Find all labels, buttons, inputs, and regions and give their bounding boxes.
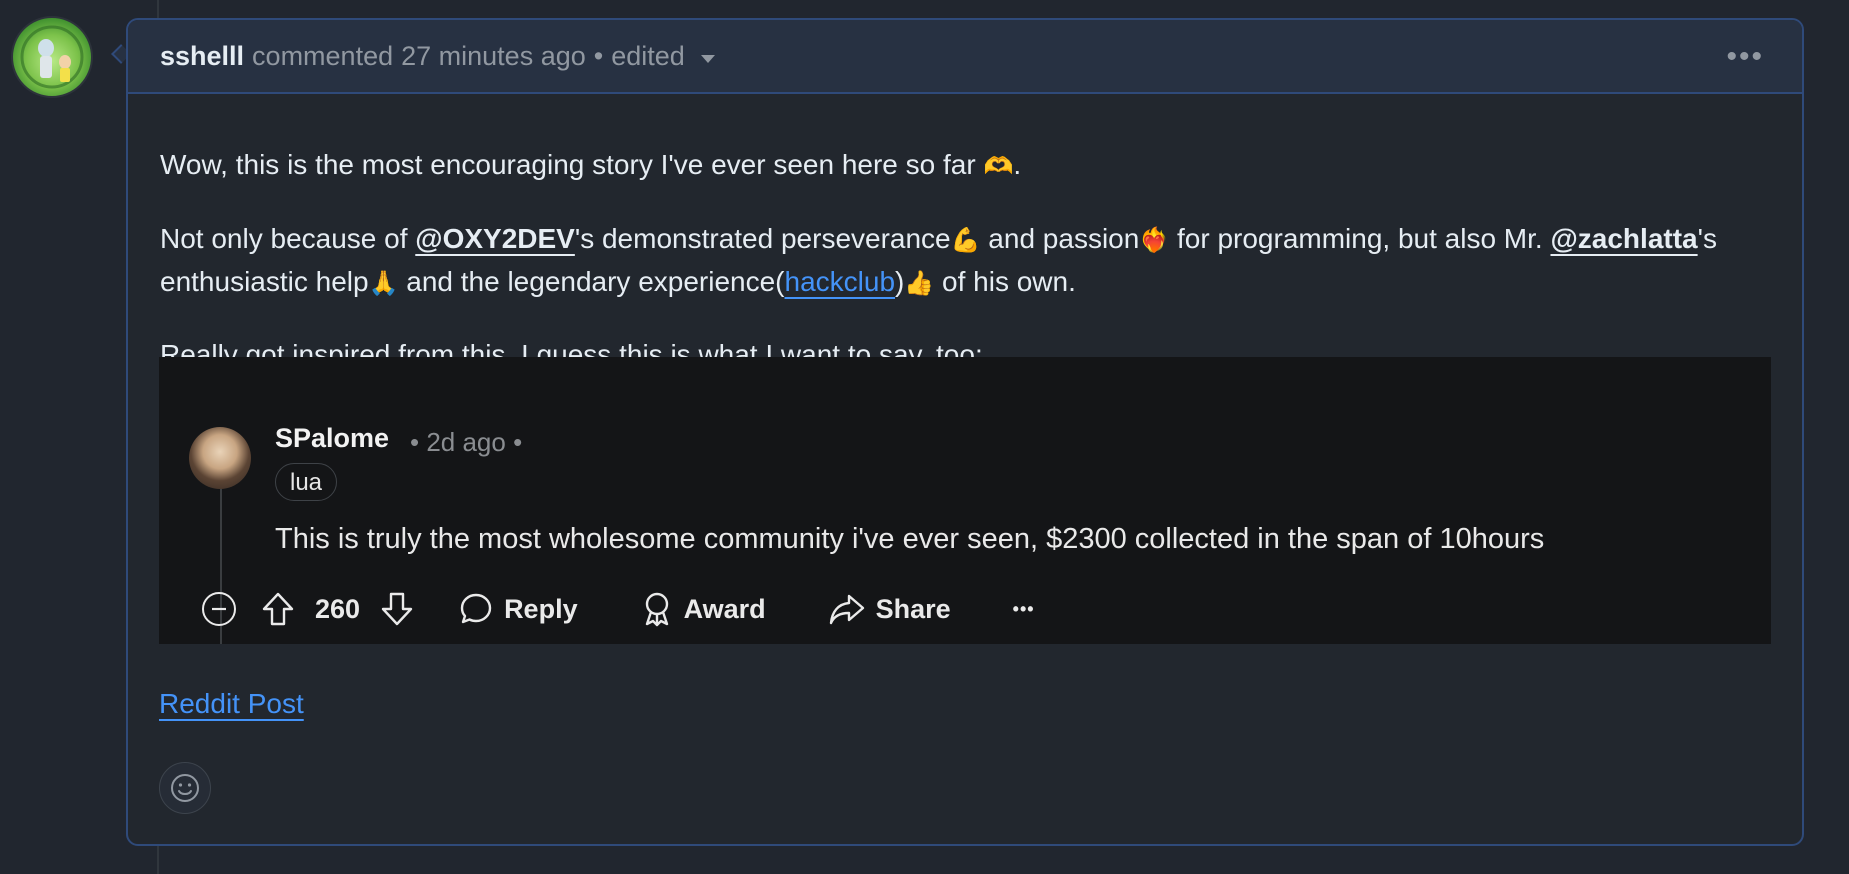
p1-text: Wow, this is the most encouraging story … xyxy=(160,149,984,180)
p2-text-7: ) xyxy=(895,266,905,297)
paragraph-2: Not only because of @OXY2DEV's demonstra… xyxy=(160,218,1800,304)
p2-text-6: and the legendary experience( xyxy=(398,266,785,297)
p2-text-3: and passion xyxy=(980,223,1140,254)
downvote-button[interactable] xyxy=(380,591,414,627)
p2-text-8: of his own. xyxy=(934,266,1076,297)
embed-timestamp: • 2d ago • xyxy=(410,427,523,457)
user-flair: lua xyxy=(275,463,338,501)
add-reaction-button[interactable] xyxy=(159,762,211,814)
comment-header: sshelll commented 27 minutes ago • edite… xyxy=(128,20,1802,94)
edited-dropdown[interactable]: edited xyxy=(611,41,715,72)
embed-user-avatar[interactable] xyxy=(189,427,251,489)
comment-bubble-icon xyxy=(460,593,492,624)
share-icon xyxy=(829,594,864,625)
award-icon xyxy=(645,592,668,627)
comment-action: commented xyxy=(252,40,394,71)
embed-comment-text: This is truly the most wholesome communi… xyxy=(275,523,1545,555)
flexed-biceps-emoji: 💪 xyxy=(950,226,981,254)
header-separator: • xyxy=(593,40,604,71)
avatar-illustration xyxy=(20,25,84,89)
paragraph-1: Wow, this is the most encouraging story … xyxy=(160,144,1021,187)
hackclub-link[interactable]: hackclub xyxy=(785,266,896,297)
comment-author[interactable]: sshelll xyxy=(160,41,244,72)
edited-label: edited xyxy=(611,40,685,71)
heart-on-fire-emoji: ❤️‍🔥 xyxy=(1139,226,1170,254)
collapse-button[interactable] xyxy=(201,591,237,627)
comment-timestamp[interactable]: 27 minutes ago xyxy=(401,41,586,72)
reply-label: Reply xyxy=(504,593,578,624)
vote-score: 260 xyxy=(315,593,361,624)
embed-username[interactable]: SPalome xyxy=(275,423,389,454)
mention-oxy2dev[interactable]: @OXY2DEV xyxy=(415,223,575,254)
folded-hands-emoji: 🙏 xyxy=(368,269,399,297)
award-button[interactable]: Award xyxy=(640,590,766,628)
comment-options-icon[interactable]: ••• xyxy=(1726,42,1764,72)
award-label: Award xyxy=(683,593,766,624)
embedded-reddit-comment: SPalome • 2d ago • lua This is truly the… xyxy=(159,357,1771,644)
collapse-icon xyxy=(202,592,236,626)
embed-actions: 260 Reply Award Share ••• xyxy=(201,583,1035,635)
mention-zachlatta[interactable]: @zachlatta xyxy=(1550,223,1697,254)
share-button[interactable]: Share xyxy=(828,592,951,626)
user-avatar[interactable] xyxy=(11,16,93,98)
p2-text-4: for programming, but also Mr. xyxy=(1169,223,1551,254)
p2-text-2: 's demonstrated perseverance xyxy=(574,223,951,254)
p1-end: . xyxy=(1013,149,1022,180)
heart-hands-emoji: 🫶 xyxy=(983,152,1014,180)
upvote-icon xyxy=(262,592,294,626)
share-label: Share xyxy=(875,593,951,624)
reddit-post-link[interactable]: Reddit Post xyxy=(159,688,304,720)
more-options-button[interactable]: ••• xyxy=(1013,599,1035,620)
caret-down-icon xyxy=(700,55,715,63)
thumbs-up-emoji: 👍 xyxy=(904,269,935,297)
smiley-icon xyxy=(171,774,199,802)
upvote-button[interactable] xyxy=(261,591,295,627)
downvote-icon xyxy=(381,592,413,626)
p2-text-1: Not only because of xyxy=(160,223,416,254)
reply-button[interactable]: Reply xyxy=(458,591,578,627)
